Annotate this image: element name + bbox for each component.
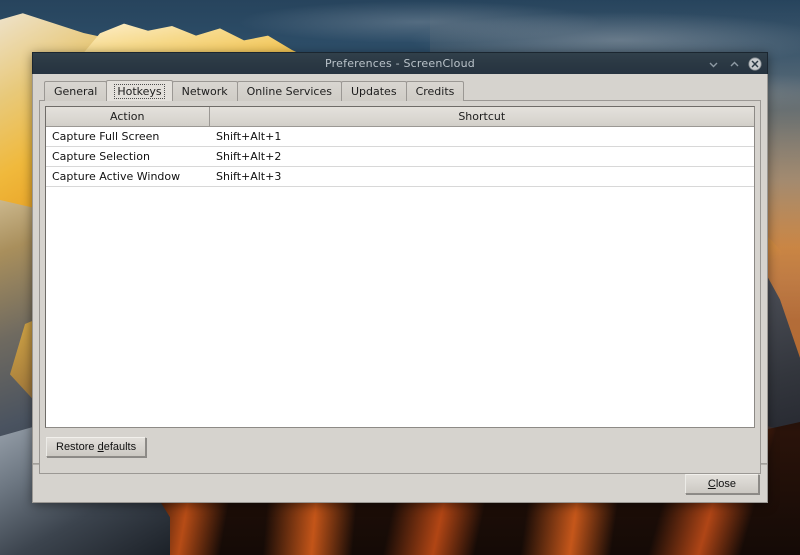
tab-credits[interactable]: Credits bbox=[405, 81, 465, 101]
table-header-row: Action Shortcut bbox=[46, 107, 754, 127]
window-title: Preferences - ScreenCloud bbox=[325, 57, 475, 70]
close-button-post: lose bbox=[715, 477, 736, 490]
tab-hotkeys[interactable]: Hotkeys bbox=[106, 80, 173, 101]
maximize-icon[interactable] bbox=[727, 57, 741, 71]
title-bar[interactable]: Preferences - ScreenCloud bbox=[32, 52, 768, 74]
cell-shortcut[interactable]: Shift+Alt+2 bbox=[209, 146, 754, 167]
restore-defaults-pre: Restore bbox=[56, 441, 98, 453]
hotkeys-table-container[interactable]: Action Shortcut Capture Full Screen Shif… bbox=[45, 106, 755, 428]
tab-online-services-label: Online Services bbox=[246, 85, 332, 98]
tab-updates-label: Updates bbox=[350, 85, 397, 98]
tab-general[interactable]: General bbox=[44, 81, 108, 101]
tab-hotkeys-label: Hotkeys bbox=[114, 83, 165, 99]
tab-credits-label: Credits bbox=[415, 85, 455, 98]
tab-network-label: Network bbox=[181, 85, 228, 98]
table-row[interactable]: Capture Full Screen Shift+Alt+1 bbox=[46, 126, 754, 147]
minimize-icon[interactable] bbox=[706, 57, 720, 71]
restore-defaults-row: Restore defaults bbox=[45, 435, 755, 457]
cell-shortcut[interactable]: Shift+Alt+1 bbox=[209, 126, 754, 147]
column-header-shortcut[interactable]: Shortcut bbox=[209, 107, 754, 127]
tab-general-label: General bbox=[54, 85, 98, 98]
tab-updates[interactable]: Updates bbox=[340, 81, 407, 101]
desktop: Preferences - ScreenCloud General Hotkey… bbox=[0, 0, 800, 555]
window-controls bbox=[706, 53, 762, 75]
tab-bar: General Hotkeys Network Online Services … bbox=[44, 80, 761, 101]
cell-action: Capture Selection bbox=[46, 146, 209, 167]
column-header-action[interactable]: Action bbox=[46, 107, 210, 127]
restore-defaults-post: efaults bbox=[103, 441, 137, 453]
hotkeys-tab-panel: Action Shortcut Capture Full Screen Shif… bbox=[39, 100, 761, 474]
close-button-mnemonic: C bbox=[707, 477, 716, 490]
table-row[interactable]: Capture Active Window Shift+Alt+3 bbox=[46, 166, 754, 187]
cell-shortcut[interactable]: Shift+Alt+3 bbox=[209, 166, 754, 187]
close-button[interactable]: Close bbox=[684, 473, 759, 494]
table-row[interactable]: Capture Selection Shift+Alt+2 bbox=[46, 146, 754, 167]
cell-action: Capture Active Window bbox=[46, 166, 209, 187]
tab-online-services[interactable]: Online Services bbox=[236, 81, 342, 101]
cell-action: Capture Full Screen bbox=[46, 126, 209, 147]
preferences-window: Preferences - ScreenCloud General Hotkey… bbox=[32, 52, 768, 503]
hotkeys-table: Action Shortcut Capture Full Screen Shif… bbox=[46, 107, 754, 187]
window-body: General Hotkeys Network Online Services … bbox=[32, 74, 768, 503]
restore-defaults-button[interactable]: Restore defaults bbox=[46, 437, 147, 457]
tab-network[interactable]: Network bbox=[171, 81, 238, 101]
close-icon[interactable] bbox=[748, 57, 762, 71]
